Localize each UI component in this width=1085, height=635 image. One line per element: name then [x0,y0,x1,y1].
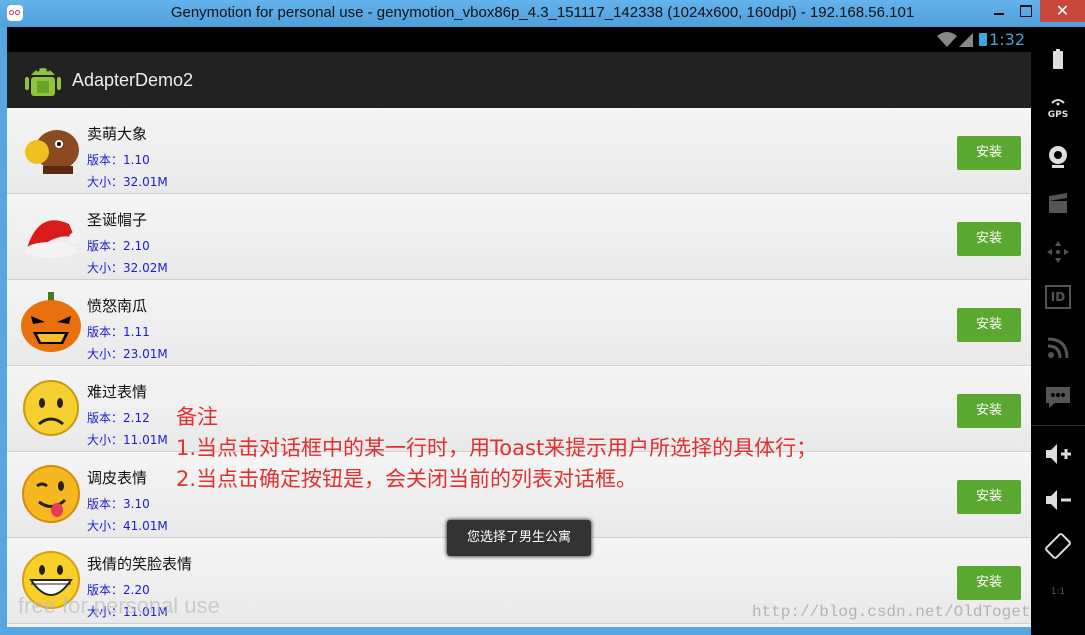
item-version: 版本：2.12 [87,411,150,425]
sidebar-divider [1031,425,1085,426]
device-id-label: ID [1050,290,1066,304]
pixel-perfect-icon[interactable]: 1:1 [1043,577,1073,607]
item-version: 版本：1.10 [87,153,150,167]
annotation-note: 备注 1.当点击对话框中的某一行时，用Toast来提示用户所选择的具体行； 2.… [176,402,817,495]
note-line-2: 2.当点击确定按钮是，会关闭当前的列表对话框。 [176,467,638,491]
android-icon [25,68,61,96]
item-name: 调皮表情 [87,469,148,487]
close-button[interactable]: ✕ [1040,0,1085,22]
item-version: 版本：1.11 [87,325,150,339]
minimize-button[interactable] [986,0,1012,22]
sad-face-icon [23,380,79,436]
wifi-signal-icon [937,32,973,47]
note-title: 备注 [176,405,218,429]
rss-icon[interactable] [1043,333,1073,363]
item-size: 大小：23.01M [87,347,168,361]
item-name: 我倩的笑脸表情 [87,555,193,573]
status-bar: 1:32 [7,27,1031,52]
app-title: AdapterDemo2 [72,70,194,90]
install-button[interactable]: 安装 [957,136,1021,170]
volume-down-icon[interactable] [1043,485,1073,515]
toast-message: 您选择了男生公寓 [447,520,591,556]
note-line-1: 1.当点击对话框中的某一行时，用Toast来提示用户所选择的具体行； [176,436,818,460]
item-version: 版本：2.10 [87,239,150,253]
dpad-icon[interactable] [1043,237,1073,267]
maximize-button[interactable] [1013,0,1039,22]
mammoth-icon [25,130,79,174]
rotate-icon[interactable] [1043,531,1073,561]
install-button[interactable]: 安装 [957,480,1021,514]
genymotion-sidebar: GPS ID 1:1 [1031,27,1085,635]
item-size: 大小：32.02M [87,261,168,275]
pumpkin-icon [21,292,81,352]
window-title: Genymotion for personal use - genymotion… [170,4,915,21]
sms-icon[interactable] [1043,381,1073,411]
pixel-perfect-label: 1:1 [1050,587,1066,597]
list-item[interactable]: 卖萌大象 版本：1.10 大小：32.01M 安装 [7,108,1031,194]
window-title-bar: Genymotion for personal use - genymotion… [0,0,1085,27]
clock: 1:32 [989,30,1025,49]
watermark-personal-use: free for personal use [18,593,220,618]
install-button[interactable]: 安装 [957,222,1021,256]
gps-icon[interactable]: GPS [1043,95,1073,125]
gps-label: GPS [1047,110,1069,120]
list-item[interactable]: 愤怒南瓜 版本：1.11 大小：23.01M 安装 [7,280,1031,366]
emulator-screen: 1:32 AdapterDemo2 卖萌大象 版本：1.10 大小：32.01M… [7,27,1031,627]
item-name: 卖萌大象 [87,125,148,143]
item-name: 圣诞帽子 [87,211,148,229]
video-capture-icon[interactable] [1043,189,1073,219]
action-bar: AdapterDemo2 [7,52,1031,108]
item-size: 大小：32.01M [87,175,168,189]
install-button[interactable]: 安装 [957,308,1021,342]
item-name: 难过表情 [87,383,148,401]
install-button[interactable]: 安装 [957,394,1021,428]
item-version: 版本：3.10 [87,497,150,511]
battery-icon [979,33,987,46]
item-size: 大小：41.01M [87,519,168,533]
item-name: 愤怒南瓜 [87,297,148,315]
camera-icon[interactable] [1043,141,1073,171]
item-size: 大小：11.01M [87,433,168,447]
list-item[interactable]: 圣诞帽子 版本：2.10 大小：32.02M 安装 [7,194,1031,280]
tongue-face-icon [22,465,80,523]
install-button[interactable]: 安装 [957,566,1021,600]
battery-icon[interactable] [1043,45,1073,75]
device-id-icon[interactable]: ID [1045,285,1071,309]
watermark-blog-url: http://blog.csdn.net/OldTogether [752,603,1060,621]
santa-hat-icon [25,220,81,258]
volume-up-icon[interactable] [1043,439,1073,469]
